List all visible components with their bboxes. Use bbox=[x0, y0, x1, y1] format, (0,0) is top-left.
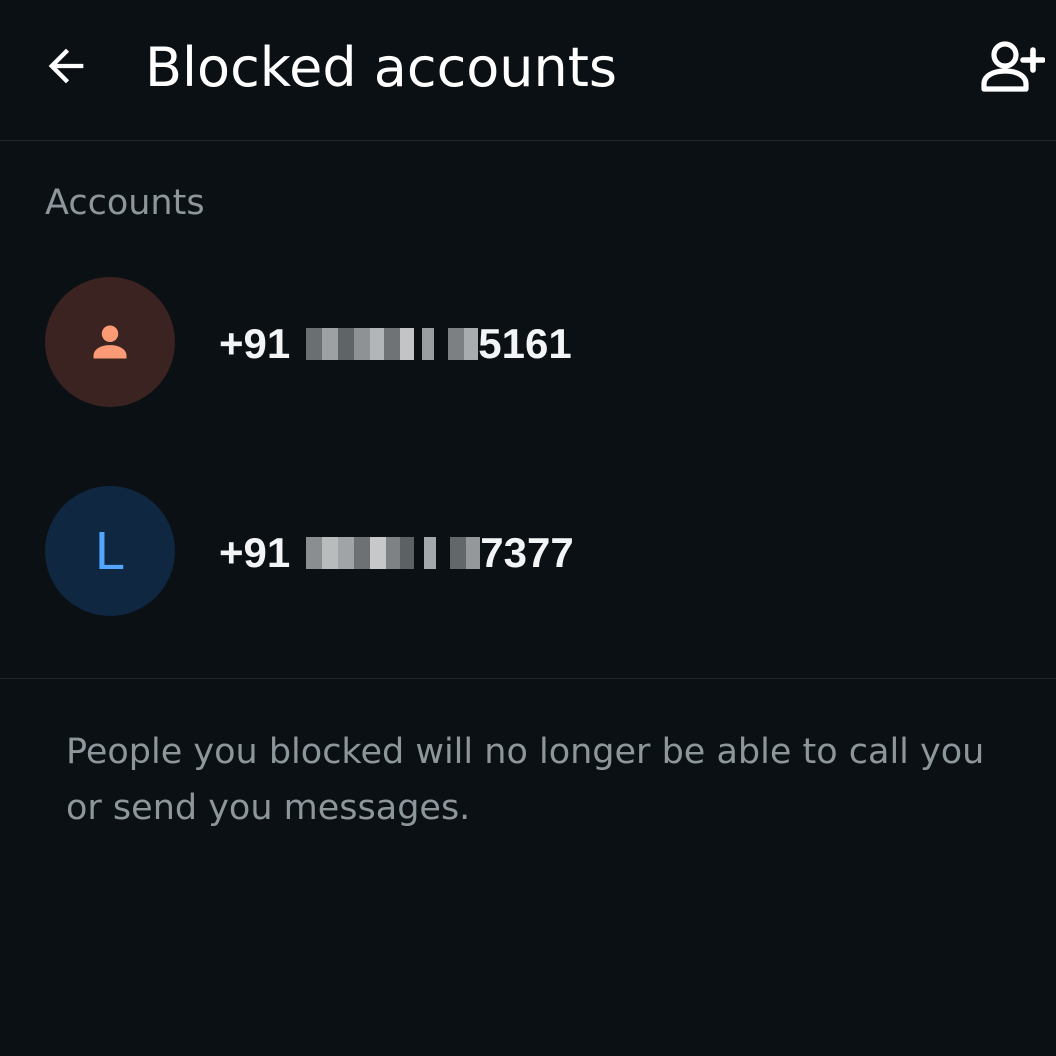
redacted-digits bbox=[448, 328, 479, 360]
avatar: L bbox=[45, 486, 175, 616]
redacted-digits bbox=[306, 328, 435, 360]
redacted-digits bbox=[306, 537, 437, 569]
phone-number: +91 5161 bbox=[219, 316, 572, 372]
arrow-left-icon bbox=[48, 48, 84, 84]
phone-suffix: 5161 bbox=[478, 320, 572, 367]
person-add-icon bbox=[981, 41, 1045, 92]
blocked-account-row[interactable]: L +91 7377 bbox=[0, 461, 1056, 641]
phone-prefix: +91 bbox=[219, 529, 291, 576]
avatar bbox=[45, 277, 175, 407]
add-blocked-contact-button[interactable] bbox=[976, 30, 1048, 102]
page-title: Blocked accounts bbox=[145, 36, 618, 99]
divider bbox=[0, 678, 1056, 679]
section-label-accounts: Accounts bbox=[45, 183, 205, 223]
app-bar: Blocked accounts bbox=[0, 0, 1056, 141]
phone-suffix: 7377 bbox=[480, 529, 574, 576]
person-icon bbox=[93, 325, 127, 359]
blocked-account-row[interactable]: +91 5161 bbox=[0, 252, 1056, 432]
back-button[interactable] bbox=[30, 30, 102, 102]
phone-prefix: +91 bbox=[219, 320, 291, 367]
redacted-digits bbox=[450, 537, 481, 569]
blocked-info-text: People you blocked will no longer be abl… bbox=[66, 732, 985, 828]
avatar-initial: L bbox=[94, 521, 126, 581]
phone-number: +91 7377 bbox=[219, 525, 574, 581]
